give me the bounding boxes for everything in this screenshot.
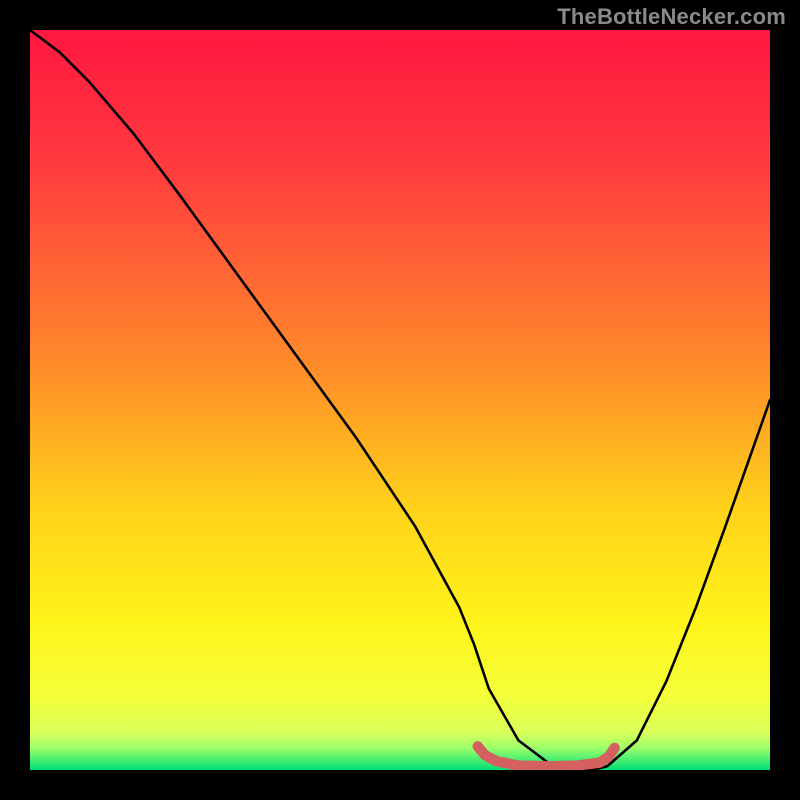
chart-lines: [30, 30, 770, 770]
chart-frame: TheBottleNecker.com: [0, 0, 800, 800]
flat-marker: [478, 746, 615, 766]
watermark-text: TheBottleNecker.com: [557, 4, 786, 30]
plot-area: [30, 30, 770, 770]
bottleneck-curve: [30, 30, 770, 770]
